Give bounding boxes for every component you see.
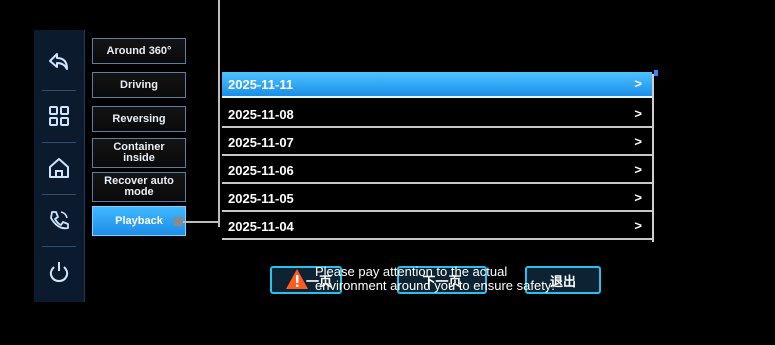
warning-icon — [286, 269, 308, 289]
date-row[interactable]: 2025-11-11 > — [222, 72, 652, 98]
warning-line: Please pay attention to the actual — [315, 264, 508, 279]
date-row[interactable]: 2025-11-06 > — [222, 158, 652, 184]
rail-divider — [42, 142, 76, 143]
rail-divider — [42, 194, 76, 195]
list-scroll-border — [652, 74, 654, 242]
mode-driving-button[interactable]: Driving — [92, 72, 186, 98]
date-row[interactable]: 2025-11-04 > — [222, 214, 652, 240]
back-icon — [49, 53, 68, 70]
playback-screen: Around 360° Driving Reversing Container … — [0, 0, 775, 345]
mode-recover-auto-button[interactable]: Recover auto mode — [92, 172, 186, 202]
date-label: 2025-11-04 — [228, 219, 294, 234]
grid-icon — [49, 106, 69, 126]
date-row[interactable]: 2025-11-08 > — [222, 102, 652, 128]
date-row[interactable]: 2025-11-05 > — [222, 186, 652, 212]
home-icon — [49, 158, 69, 178]
chevron-right-icon: > — [634, 106, 642, 121]
side-nav-rail — [34, 30, 85, 302]
power-button[interactable] — [34, 248, 84, 296]
date-label: 2025-11-11 — [228, 77, 294, 92]
power-icon — [49, 262, 69, 283]
chevron-right-icon: > — [634, 76, 642, 91]
date-label: 2025-11-05 — [228, 191, 294, 206]
chevron-right-icon: > — [634, 134, 642, 149]
date-label: 2025-11-06 — [228, 163, 294, 178]
home-button[interactable] — [34, 144, 84, 192]
chevron-right-icon: > — [634, 218, 642, 233]
date-label: 2025-11-07 — [228, 135, 294, 150]
safety-warning: Please pay attention to the actual envir… — [315, 265, 600, 293]
chevron-right-icon: > — [634, 190, 642, 205]
playback-marker — [174, 217, 183, 226]
rail-divider — [42, 90, 76, 91]
connector-line — [183, 221, 220, 223]
apps-button[interactable] — [34, 92, 84, 140]
chevron-right-icon: > — [634, 162, 642, 177]
rail-divider — [42, 246, 76, 247]
warning-line: environment around you to ensure safety! — [315, 278, 555, 293]
phone-button[interactable] — [34, 196, 84, 244]
back-button[interactable] — [34, 38, 84, 86]
mode-playback-button[interactable]: Playback — [92, 206, 186, 236]
date-row[interactable]: 2025-11-07 > — [222, 130, 652, 156]
scroll-indicator — [654, 70, 658, 76]
mode-reversing-button[interactable]: Reversing — [92, 106, 186, 132]
connector-line — [218, 0, 220, 227]
phone-icon — [50, 211, 69, 230]
date-label: 2025-11-08 — [228, 107, 294, 122]
mode-container-inside-button[interactable]: Container inside — [92, 138, 186, 168]
mode-around-360-button[interactable]: Around 360° — [92, 38, 186, 64]
